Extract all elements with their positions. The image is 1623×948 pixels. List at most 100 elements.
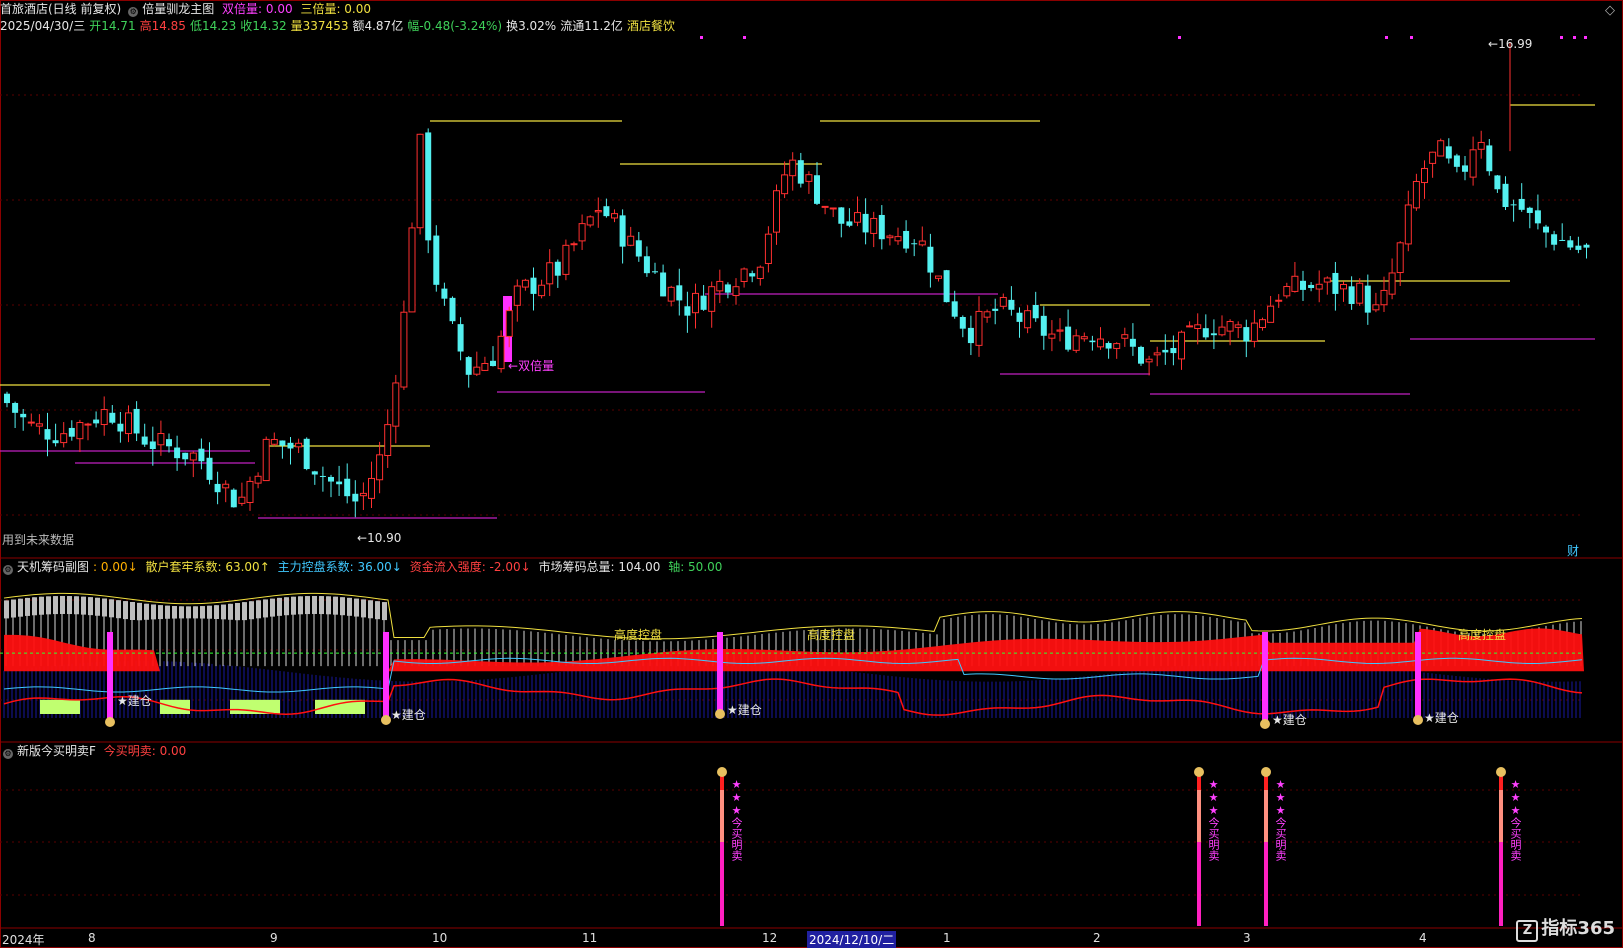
x-axis-tick: 2024/12/10/二 xyxy=(807,931,897,948)
candle-body xyxy=(425,132,432,241)
candle-body xyxy=(359,492,367,497)
quote-sector[interactable]: 酒店餐饮 xyxy=(627,19,675,33)
settings-icon[interactable]: ⚙ xyxy=(3,749,13,759)
candle-body xyxy=(660,272,667,297)
candle-body xyxy=(1121,334,1129,339)
candle-body xyxy=(829,207,837,210)
candle-body xyxy=(1186,325,1194,328)
finance-tag[interactable]: 财 xyxy=(1567,542,1579,559)
candle-body xyxy=(594,209,602,213)
sub1-header: ⚙ 天机筹码副图: 0.00↓ 散户套牢系数: 63.00↑ 主力控盘系数: 36… xyxy=(0,560,726,575)
build-position-label: ★建仓 xyxy=(1424,711,1459,725)
quote-open: 开14.71 xyxy=(89,19,136,33)
sell-segment xyxy=(720,790,724,842)
candle-body xyxy=(481,362,489,371)
candle-body xyxy=(992,308,999,311)
build-bar xyxy=(717,632,723,712)
candle-body xyxy=(174,447,181,459)
flow-strength: 资金流入强度: -2.00↓ xyxy=(409,560,531,574)
candle-body xyxy=(1502,183,1509,208)
chip-block xyxy=(228,603,233,620)
candle-body xyxy=(27,421,35,424)
candle-body xyxy=(1202,328,1209,338)
candle-body xyxy=(1024,310,1032,329)
candle-body xyxy=(490,360,496,367)
candle-body xyxy=(449,297,456,322)
candle-body xyxy=(1551,234,1558,245)
candle-body xyxy=(35,423,43,427)
double-volume-annotation: ←双倍量 xyxy=(508,359,555,373)
candle-body xyxy=(141,436,148,445)
candle-body xyxy=(1526,207,1533,213)
candle-body xyxy=(1113,343,1121,349)
candle-body xyxy=(538,284,546,297)
candle-body xyxy=(967,327,974,344)
candle-body xyxy=(4,393,10,404)
candle-body xyxy=(1089,340,1096,343)
chart-canvas[interactable] xyxy=(0,0,1623,948)
candle-body xyxy=(756,266,764,280)
candle-body xyxy=(1356,282,1364,304)
indicator-name[interactable]: 倍量驯龙主图 xyxy=(142,2,214,16)
candle-body xyxy=(643,256,650,274)
candle-body xyxy=(198,448,205,462)
chip-block xyxy=(25,597,30,616)
candle-body xyxy=(149,441,156,450)
chip-block xyxy=(291,596,296,615)
candle-body xyxy=(862,213,869,233)
x-axis-tick: 9 xyxy=(270,931,278,945)
chip-block xyxy=(46,596,51,615)
candle-body xyxy=(1097,338,1104,348)
axis-value: 轴: 50.00 xyxy=(668,560,723,574)
candle-body xyxy=(773,190,780,233)
sub2-name[interactable]: 新版今买明卖F xyxy=(17,744,96,758)
money-bag-icon xyxy=(381,715,391,725)
candle-body xyxy=(530,277,537,294)
sub1-name[interactable]: 天机筹码副图 xyxy=(17,560,89,574)
candle-body xyxy=(927,246,934,273)
x-axis-tick: 12 xyxy=(762,931,778,945)
candle-body xyxy=(12,402,19,413)
candle-body xyxy=(1250,322,1258,342)
candle-body xyxy=(1486,145,1493,172)
candle-body xyxy=(270,438,278,445)
candle-body xyxy=(740,268,748,282)
candle-body xyxy=(408,227,416,313)
candle-body xyxy=(238,496,246,504)
retail-block xyxy=(40,699,80,714)
candle-body xyxy=(1421,167,1428,184)
double-volume-value: 双倍量: 0.00 xyxy=(222,2,293,16)
x-axis-tick: 1 xyxy=(943,931,951,945)
candle-body xyxy=(562,244,570,275)
chip-block xyxy=(319,596,324,615)
candle-body xyxy=(1559,239,1566,241)
stock-name[interactable]: 首旅酒店(日线 前复权) xyxy=(0,2,121,16)
candle-body xyxy=(546,262,554,285)
candle-body xyxy=(1080,336,1088,340)
chip-block xyxy=(368,600,373,619)
candle-body xyxy=(1380,289,1388,306)
window-icon[interactable]: ◇ xyxy=(1605,3,1615,18)
build-bar xyxy=(383,632,389,718)
build-bar xyxy=(107,632,113,720)
candle-body xyxy=(1323,277,1331,283)
candle-body xyxy=(384,424,392,457)
build-position-label: ★建仓 xyxy=(117,694,152,708)
candle-body xyxy=(578,223,586,242)
chip-block xyxy=(32,597,37,616)
chip-block xyxy=(200,606,205,619)
settings-icon[interactable]: ⚙ xyxy=(3,565,13,575)
x-axis-tick: 11 xyxy=(582,931,598,945)
build-position-label: ★建仓 xyxy=(1272,713,1307,727)
chip-block xyxy=(53,596,58,615)
candle-body xyxy=(93,419,100,424)
chip-block xyxy=(326,596,331,615)
candle-body xyxy=(1372,304,1380,311)
chip-block xyxy=(67,596,72,615)
candle-body xyxy=(416,133,424,229)
candle-body xyxy=(392,382,400,427)
candle-body xyxy=(1056,329,1064,332)
candle-body xyxy=(262,438,270,482)
settings-icon[interactable]: ⚙ xyxy=(128,7,139,17)
x-axis-tick: 3 xyxy=(1243,931,1251,945)
